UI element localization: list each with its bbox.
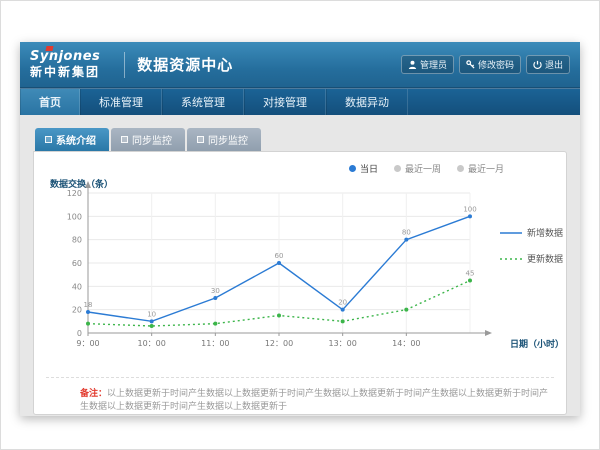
- company-logo[interactable]: Synjones 新中新集团: [30, 50, 112, 78]
- svg-text:新增数据: 新增数据: [527, 227, 563, 239]
- svg-text:12：00: 12：00: [265, 339, 293, 348]
- tab-sync-monitor-1[interactable]: 同步监控: [111, 128, 185, 151]
- tab-system-intro-label: 系统介绍: [56, 132, 96, 147]
- tab-sync-monitor-2[interactable]: 同步监控: [187, 128, 261, 151]
- legend-dot-week: [394, 165, 401, 172]
- svg-text:80: 80: [72, 236, 82, 245]
- nav-item-standard-mgmt[interactable]: 标准管理: [80, 89, 162, 115]
- svg-text:40: 40: [72, 282, 82, 291]
- chart-panel: 当日 最近一周 最近一月 0 20 40 60 80 100 120 9：00 10：00 11：…: [33, 151, 567, 415]
- key-icon: [466, 60, 475, 69]
- svg-text:45: 45: [466, 270, 475, 278]
- legend-filter-month-label: 最近一月: [468, 162, 504, 175]
- change-password-button[interactable]: 修改密码: [459, 55, 521, 74]
- svg-text:100: 100: [463, 205, 476, 213]
- svg-text:120: 120: [67, 189, 82, 198]
- legend-filter-week[interactable]: 最近一周: [394, 162, 441, 175]
- tab-sync-monitor-2-label: 同步监控: [208, 132, 248, 147]
- page-title: 数据资源中心: [137, 54, 233, 75]
- nav-item-connect-mgmt[interactable]: 对接管理: [244, 89, 326, 115]
- logo-red-flag-icon: [45, 46, 53, 51]
- svg-text:11：00: 11：00: [201, 339, 229, 348]
- logout-button[interactable]: 退出: [526, 55, 570, 74]
- legend-dot-month: [457, 165, 464, 172]
- svg-text:30: 30: [211, 287, 220, 295]
- tab-sync-monitor-1-label: 同步监控: [132, 132, 172, 147]
- svg-text:60: 60: [275, 252, 284, 260]
- main-nav: 首页 标准管理 系统管理 对接管理 数据异动: [20, 88, 580, 115]
- footnote-text: 以上数据更新于时间产生数据以上数据更新于时间产生数据以上数据更新于时间产生数据以…: [80, 389, 548, 412]
- svg-text:10: 10: [147, 310, 156, 318]
- nav-item-home[interactable]: 首页: [20, 89, 80, 115]
- svg-text:18: 18: [84, 301, 93, 309]
- tab-square-icon: [45, 136, 52, 143]
- svg-text:9：00: 9：00: [76, 339, 99, 348]
- app-header: Synjones 新中新集团 数据资源中心 管理员 修改密码: [20, 42, 580, 88]
- legend-filter-today[interactable]: 当日: [349, 162, 378, 175]
- svg-text:0: 0: [77, 329, 82, 338]
- header-divider: [124, 52, 125, 78]
- logout-icon: [533, 60, 542, 69]
- admin-user-label: 管理员: [420, 58, 447, 71]
- tab-square-icon: [197, 136, 204, 143]
- svg-text:10：00: 10：00: [137, 339, 165, 348]
- svg-text:20: 20: [72, 306, 82, 315]
- legend-filter-week-label: 最近一周: [405, 162, 441, 175]
- logo-text-en: Synjones: [30, 50, 100, 64]
- footnote: 备注：以上数据更新于时间产生数据以上数据更新于时间产生数据以上数据更新于时间产生…: [46, 377, 554, 413]
- logout-label: 退出: [545, 58, 563, 71]
- legend-filter-today-label: 当日: [360, 162, 378, 175]
- nav-item-system-mgmt[interactable]: 系统管理: [162, 89, 244, 115]
- admin-user-button[interactable]: 管理员: [401, 55, 454, 74]
- line-chart: 0 20 40 60 80 100 120 9：00 10：00 11：00 12：00 13：00 1…: [46, 177, 554, 373]
- svg-text:更新数据: 更新数据: [527, 253, 563, 265]
- svg-text:60: 60: [72, 259, 82, 268]
- nav-item-data-change[interactable]: 数据异动: [326, 89, 408, 115]
- header-user-actions: 管理员 修改密码 退出: [401, 55, 570, 74]
- tab-system-intro[interactable]: 系统介绍: [35, 128, 109, 151]
- user-icon: [408, 60, 417, 69]
- tab-bar: 系统介绍 同步监控 同步监控: [35, 128, 567, 151]
- svg-text:20: 20: [338, 299, 347, 307]
- svg-text:14：00: 14：00: [392, 339, 420, 348]
- svg-text:100: 100: [67, 212, 82, 221]
- svg-text:数据交换（条）: 数据交换（条）: [50, 178, 113, 190]
- logo-text-cn: 新中新集团: [30, 66, 100, 79]
- footnote-label: 备注：: [80, 389, 107, 399]
- change-password-label: 修改密码: [478, 58, 514, 71]
- content-area: 系统介绍 同步监控 同步监控 当日 最近一周: [20, 115, 580, 415]
- svg-text:日期（小时）: 日期（小时）: [510, 338, 564, 350]
- legend-filter-month[interactable]: 最近一月: [457, 162, 504, 175]
- legend-dot-today: [349, 165, 356, 172]
- tab-square-icon: [121, 136, 128, 143]
- chart-filter-legend: 当日 最近一周 最近一月: [46, 160, 554, 175]
- svg-text:80: 80: [402, 229, 411, 237]
- svg-text:13：00: 13：00: [328, 339, 356, 348]
- app-window: Synjones 新中新集团 数据资源中心 管理员 修改密码: [20, 42, 580, 416]
